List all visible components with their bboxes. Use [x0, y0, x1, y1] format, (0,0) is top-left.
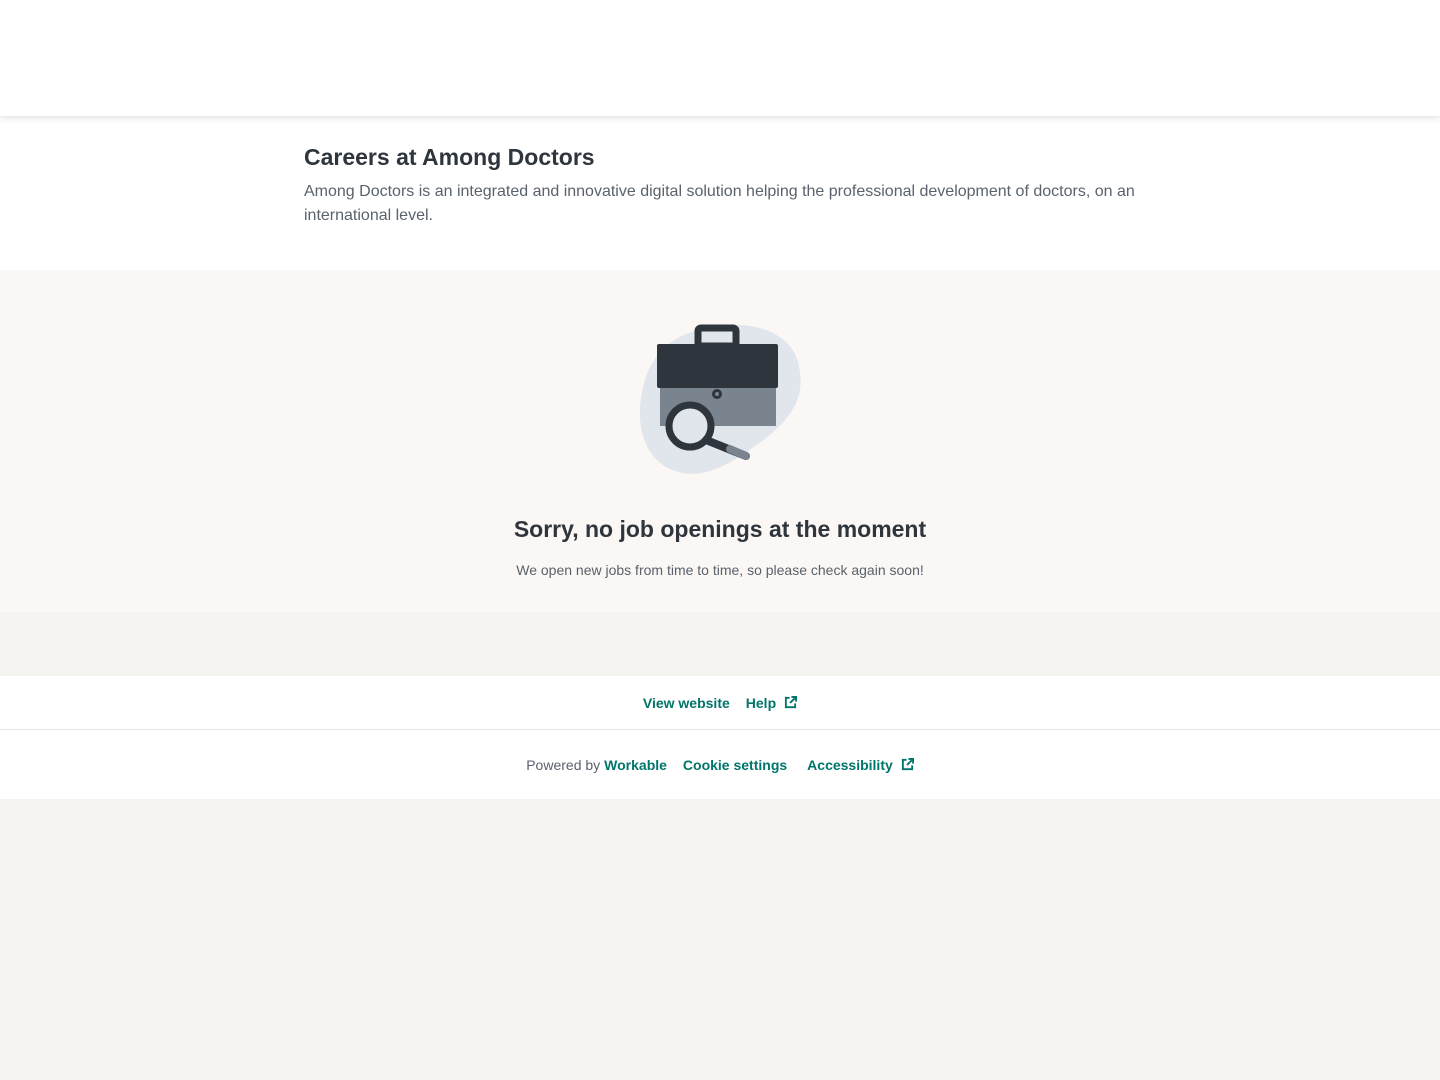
cookie-settings-link[interactable]: Cookie settings — [683, 757, 787, 773]
workable-link[interactable]: Workable — [604, 757, 667, 773]
empty-state-subtitle: We open new jobs from time to time, so p… — [516, 562, 924, 578]
footer-bottom: Powered by Workable Cookie settings Acce… — [0, 730, 1440, 799]
external-link-icon — [785, 696, 798, 709]
company-intro: Careers at Among Doctors Among Doctors i… — [0, 116, 1440, 270]
top-header — [0, 0, 1440, 116]
workable-label: Workable — [604, 756, 667, 773]
view-website-link[interactable]: View website — [643, 695, 730, 711]
view-website-label: View website — [642, 694, 730, 711]
help-label: Help — [745, 694, 777, 711]
powered-by-text: Powered by — [526, 756, 601, 773]
page-title: Careers at Among Doctors — [304, 144, 595, 170]
external-link-icon — [901, 758, 914, 771]
empty-state-title: Sorry, no job openings at the moment — [513, 516, 927, 542]
accessibility-link[interactable]: Accessibility — [807, 757, 914, 773]
briefcase-search-icon — [639, 324, 801, 474]
no-jobs-section: Sorry, no job openings at the moment We … — [0, 270, 1440, 612]
intro-content: Careers at Among Doctors Among Doctors i… — [304, 144, 1136, 228]
cookie-settings-label: Cookie settings — [682, 756, 788, 773]
help-link[interactable]: Help — [745, 694, 798, 711]
footer-links: View website Help — [0, 676, 1440, 730]
section-spacer — [0, 612, 1440, 676]
company-description: Among Doctors is an integrated and innov… — [304, 183, 1135, 224]
accessibility-label: Accessibility — [807, 756, 893, 773]
